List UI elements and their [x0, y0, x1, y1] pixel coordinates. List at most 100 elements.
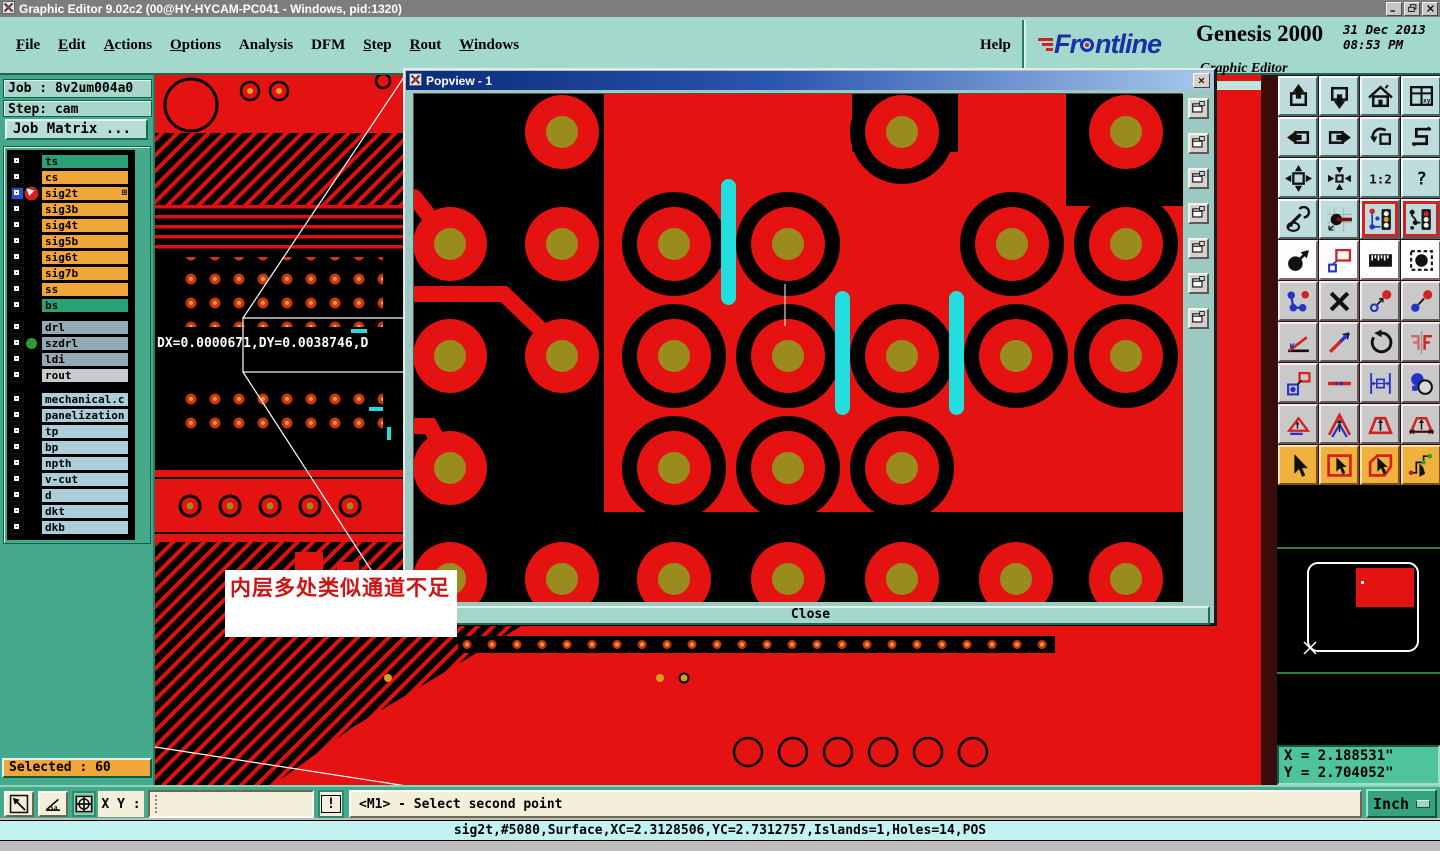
layer-visibility-checkbox[interactable]	[11, 505, 24, 518]
layer-visibility-checkbox[interactable]	[11, 267, 24, 280]
layer-name-mechanical.c[interactable]: mechanical.c	[41, 392, 129, 407]
layer-visibility-checkbox[interactable]	[11, 441, 24, 454]
restore-button[interactable]	[1404, 1, 1420, 16]
angle-measure-button[interactable]: a	[38, 791, 68, 817]
rotate-angle-button[interactable]	[1278, 322, 1318, 362]
break-line-button[interactable]	[1319, 363, 1359, 403]
layer-name-rout[interactable]: rout	[41, 368, 129, 383]
layer-visibility-checkbox[interactable]	[11, 409, 24, 422]
layer-visibility-checkbox[interactable]	[11, 171, 24, 184]
center-view-button[interactable]	[1319, 158, 1359, 198]
alert-button[interactable]: !	[318, 790, 344, 818]
popview-canvas[interactable]	[406, 80, 1183, 616]
select-pointer-button[interactable]	[1278, 445, 1318, 485]
touchup-button[interactable]	[1401, 363, 1440, 403]
popview-tool-button-4[interactable]	[1188, 203, 1209, 224]
menu-item-dfm[interactable]: DFM	[311, 37, 345, 54]
menu-item-options[interactable]: Options	[170, 37, 221, 54]
layer-visibility-checkbox[interactable]	[11, 353, 24, 366]
slant-line-button[interactable]	[1319, 322, 1359, 362]
layer-visibility-checkbox[interactable]	[11, 235, 24, 248]
surface-mode-4-button[interactable]	[1401, 404, 1440, 444]
layer-visibility-checkbox[interactable]	[11, 425, 24, 438]
select-polygon-button[interactable]	[1360, 445, 1400, 485]
query-button[interactable]: ?	[1401, 158, 1440, 198]
select-net-button[interactable]	[1401, 445, 1440, 485]
close-button[interactable]	[1422, 1, 1438, 16]
layer-name-ss[interactable]: ss	[41, 282, 129, 297]
layer-visibility-checkbox[interactable]	[11, 457, 24, 470]
popview-tool-button-7[interactable]	[1188, 308, 1209, 329]
layer-name-sig4t[interactable]: sig4t	[41, 218, 129, 233]
surface-mode-2-button[interactable]	[1319, 404, 1359, 444]
popview-tool-button-1[interactable]	[1188, 98, 1209, 119]
menu-item-windows[interactable]: Windows	[459, 37, 519, 54]
layer-name-sig3b[interactable]: sig3b	[41, 202, 129, 217]
layer-name-bp[interactable]: bp	[41, 440, 129, 455]
layer-visibility-checkbox[interactable]	[11, 219, 24, 232]
layer-visibility-checkbox[interactable]	[11, 299, 24, 312]
layer-name-ldi[interactable]: ldi	[41, 352, 129, 367]
layer-visibility-checkbox[interactable]	[11, 283, 24, 296]
zoom-in-view-button[interactable]	[1278, 76, 1318, 116]
layer-name-v-cut[interactable]: v-cut	[41, 472, 129, 487]
copy-pad-button[interactable]	[1278, 363, 1318, 403]
minimize-button[interactable]	[1386, 1, 1402, 16]
popview-tool-button-3[interactable]	[1188, 168, 1209, 189]
layer-visibility-checkbox[interactable]	[11, 321, 24, 334]
layer-name-sig5b[interactable]: sig5b	[41, 234, 129, 249]
layer-visibility-checkbox[interactable]	[11, 473, 24, 486]
select-feature-button[interactable]	[1401, 240, 1440, 280]
layer-name-cs[interactable]: cs	[41, 170, 129, 185]
menu-item-actions[interactable]: Actions	[104, 37, 152, 54]
resize-button[interactable]	[1360, 281, 1400, 321]
popview-tool-button-5[interactable]	[1188, 238, 1209, 259]
layer-name-sig2t[interactable]: ⊞ sig2t	[41, 186, 129, 201]
layer-name-panelization[interactable]: panelization	[41, 408, 129, 423]
datum-lights-blue-button[interactable]	[1360, 199, 1400, 239]
layer-name-sig6t[interactable]: sig6t	[41, 250, 129, 265]
zoom-out-view-button[interactable]	[1319, 76, 1359, 116]
xy-input[interactable]	[148, 790, 314, 818]
setup-tools-button[interactable]	[1278, 199, 1318, 239]
layer-visibility-checkbox[interactable]	[11, 521, 24, 534]
layer-name-dkt[interactable]: dkt	[41, 504, 129, 519]
popview-title-bar[interactable]: Popview - 1	[406, 71, 1213, 90]
layer-name-d[interactable]: d	[41, 488, 129, 503]
layer-name-tp[interactable]: tp	[41, 424, 129, 439]
popview-close-bar-button[interactable]: Close	[411, 606, 1210, 625]
layer-visibility-checkbox[interactable]	[11, 187, 24, 200]
layer-name-szdrl[interactable]: szdrl	[41, 336, 129, 351]
popview-tool-button-6[interactable]	[1188, 273, 1209, 294]
layer-name-sig7b[interactable]: sig7b	[41, 266, 129, 281]
fit-view-button[interactable]	[1278, 158, 1318, 198]
delete-button[interactable]	[1319, 281, 1359, 321]
popview-tool-button-2[interactable]	[1188, 133, 1209, 154]
overview-pane[interactable]	[1277, 485, 1440, 745]
surface-mode-3-button[interactable]	[1360, 404, 1400, 444]
job-matrix-button[interactable]: Job Matrix ...	[5, 119, 148, 140]
popview-close-button[interactable]	[1193, 73, 1210, 88]
surface-mode-1-button[interactable]	[1278, 404, 1318, 444]
move-feature-button[interactable]	[1278, 240, 1318, 280]
scale-1-2-button[interactable]: 1:2	[1360, 158, 1400, 198]
menu-item-rout[interactable]: Rout	[410, 37, 442, 54]
layer-name-dkb[interactable]: dkb	[41, 520, 129, 535]
menu-item-edit[interactable]: Edit	[58, 37, 86, 54]
layer-visibility-checkbox[interactable]	[11, 489, 24, 502]
menu-item-step[interactable]: Step	[363, 37, 391, 54]
layer-name-bs[interactable]: bs	[41, 298, 129, 313]
layer-visibility-checkbox[interactable]	[11, 155, 24, 168]
window-xy-button[interactable]: xy	[1401, 76, 1440, 116]
home-view-button[interactable]	[1360, 76, 1400, 116]
previous-view-button[interactable]	[1360, 117, 1400, 157]
layer-name-ts[interactable]: ts	[41, 154, 129, 169]
ruler-button[interactable]	[1360, 240, 1400, 280]
menu-item-file[interactable]: File	[16, 37, 40, 54]
datum-lights-red-button[interactable]	[1401, 199, 1440, 239]
mirror-button[interactable]	[1401, 322, 1440, 362]
serpentine-view-button[interactable]	[1401, 117, 1440, 157]
polyline-button[interactable]	[1278, 281, 1318, 321]
layer-visibility-checkbox[interactable]	[11, 251, 24, 264]
quadrant-view-button[interactable]	[72, 791, 96, 817]
